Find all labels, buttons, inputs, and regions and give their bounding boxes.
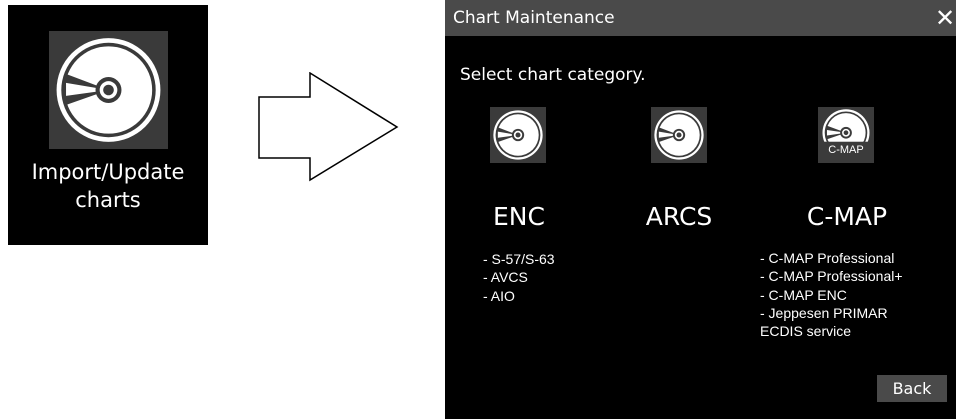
arcs-disc-icon[interactable] [651, 107, 707, 163]
tile-label-line-2: charts [75, 188, 141, 212]
close-icon[interactable]: ✕ [934, 5, 956, 31]
category-arcs-button[interactable]: ARCS [640, 202, 718, 232]
list-item: - C-MAP ENC [760, 286, 847, 303]
tile-label-line-1: Import/Update [31, 160, 185, 184]
import-update-charts-tile[interactable]: Import/Update charts [8, 5, 208, 245]
list-item: - AIO [483, 287, 515, 304]
dialog-title: Chart Maintenance [453, 8, 615, 28]
right-arrow-icon [258, 72, 399, 182]
cmap-format-list: - C-MAP Professional - C-MAP Professiona… [760, 249, 903, 340]
select-category-prompt: Select chart category. [460, 65, 646, 85]
list-item: - C-MAP Professional+ [760, 268, 903, 285]
enc-disc-icon[interactable] [490, 107, 546, 163]
list-item: - Jeppesen PRIMAR [760, 304, 888, 321]
tile-label: Import/Update charts [8, 158, 208, 214]
disc-icon [49, 31, 168, 149]
category-cmap-button[interactable]: C-MAP [792, 202, 902, 232]
list-item: - C-MAP Professional [760, 250, 895, 266]
back-button[interactable]: Back [877, 375, 947, 402]
dialog-titlebar: Chart Maintenance ✕ [445, 0, 956, 36]
chart-maintenance-dialog: Chart Maintenance ✕ Select chart categor… [445, 0, 956, 419]
cmap-disc-icon[interactable]: C-MAP [818, 107, 874, 163]
list-item: ECDIS service [760, 323, 852, 340]
cmap-badge: C-MAP [828, 144, 864, 156]
category-enc-button[interactable]: ENC [488, 202, 550, 232]
list-item: - AVCS [483, 269, 528, 286]
list-item: - S-57/S-63 [483, 251, 555, 267]
enc-format-list: - S-57/S-63 - AVCS - AIO [483, 250, 555, 305]
